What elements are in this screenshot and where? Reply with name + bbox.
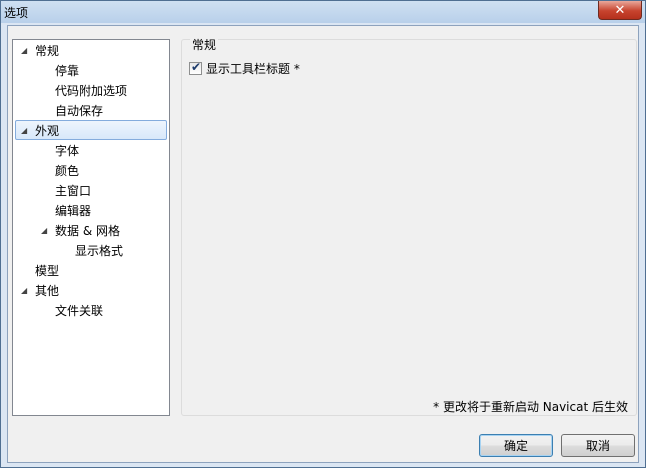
tree-item[interactable]: ◢ 其他 [13, 280, 169, 300]
tree-item-label: 颜色 [55, 163, 80, 178]
tree-item-label: 编辑器 [55, 203, 92, 218]
checkmark-icon: ✔ [191, 60, 202, 74]
expand-arrow-icon[interactable]: ◢ [21, 46, 27, 55]
tree-item-label: 自动保存 [55, 103, 104, 118]
tree-item[interactable]: 代码附加选项 [13, 80, 169, 100]
tree-item-label: 其他 [35, 283, 60, 298]
tree-item[interactable]: 显示格式 [13, 240, 169, 260]
tree-item[interactable]: 模型 [13, 260, 169, 280]
close-button[interactable]: ✕ [598, 1, 642, 20]
restart-note: * 更改将于重新启动 Navicat 后生效 [433, 400, 628, 414]
options-tree[interactable]: ◢ 常规停靠代码附加选项 自动保存 ◢ 外观字体颜色主窗口编辑器 ◢ 数据 & 网格显示格式… [12, 39, 170, 416]
title-bar[interactable]: 选项 ✕ [1, 1, 645, 23]
tree-item[interactable]: 自动保存 [13, 100, 169, 120]
settings-group-box [181, 39, 637, 416]
cancel-button[interactable]: 取消 [561, 434, 635, 457]
tree-item[interactable]: ◢ 外观 [13, 120, 169, 140]
close-icon: ✕ [614, 2, 626, 18]
tree-item-label: 主窗口 [55, 183, 92, 198]
tree-item-label: 代码附加选项 [55, 83, 128, 98]
show-toolbar-caption-option[interactable]: ✔ 显示工具栏标题 * [189, 60, 300, 77]
show-toolbar-caption-checkbox[interactable]: ✔ [189, 60, 202, 75]
tree-item[interactable]: 颜色 [13, 160, 169, 180]
expand-arrow-icon[interactable]: ◢ [21, 126, 27, 135]
tree-item-label: 文件关联 [55, 303, 104, 318]
ok-button[interactable]: 确定 [479, 434, 553, 457]
tree-item-label: 字体 [55, 143, 80, 158]
tree-item[interactable]: ◢ 数据 & 网格 [13, 220, 169, 240]
tree-item-label: 外观 [35, 123, 60, 138]
ok-button-label: 确定 [503, 439, 528, 453]
tree-item[interactable]: 停靠 [13, 60, 169, 80]
tree-item[interactable]: 文件关联 [13, 300, 169, 320]
tree-item-label: 模型 [35, 263, 60, 278]
cancel-button-label: 取消 [585, 439, 610, 453]
tree-item-label: 显示格式 [75, 243, 124, 258]
tree-item-label: 数据 & 网格 [55, 223, 120, 238]
tree-item[interactable]: 编辑器 [13, 200, 169, 220]
dialog-client-area: ◢ 常规停靠代码附加选项 自动保存 ◢ 外观字体颜色主窗口编辑器 ◢ 数据 & 网格显示格式… [7, 25, 639, 463]
tree-item-label: 常规 [35, 43, 60, 58]
show-toolbar-caption-label[interactable]: 显示工具栏标题 * [206, 60, 300, 77]
tree-item[interactable]: 主窗口 [13, 180, 169, 200]
tree-item-label: 停靠 [55, 63, 80, 78]
tree-item[interactable]: ◢ 常规 [13, 40, 169, 60]
expand-arrow-icon[interactable]: ◢ [41, 226, 47, 235]
window-title: 选项 [4, 6, 29, 20]
group-title: 常规 [190, 36, 219, 53]
tree-item[interactable]: 字体 [13, 140, 169, 160]
expand-arrow-icon[interactable]: ◢ [21, 286, 27, 295]
options-dialog: 选项 ✕ ◢ 常规停靠代码附加选项 自动保存 ◢ 外观字体颜色主窗口编辑器 ◢ 数据 & 网… [0, 0, 646, 468]
